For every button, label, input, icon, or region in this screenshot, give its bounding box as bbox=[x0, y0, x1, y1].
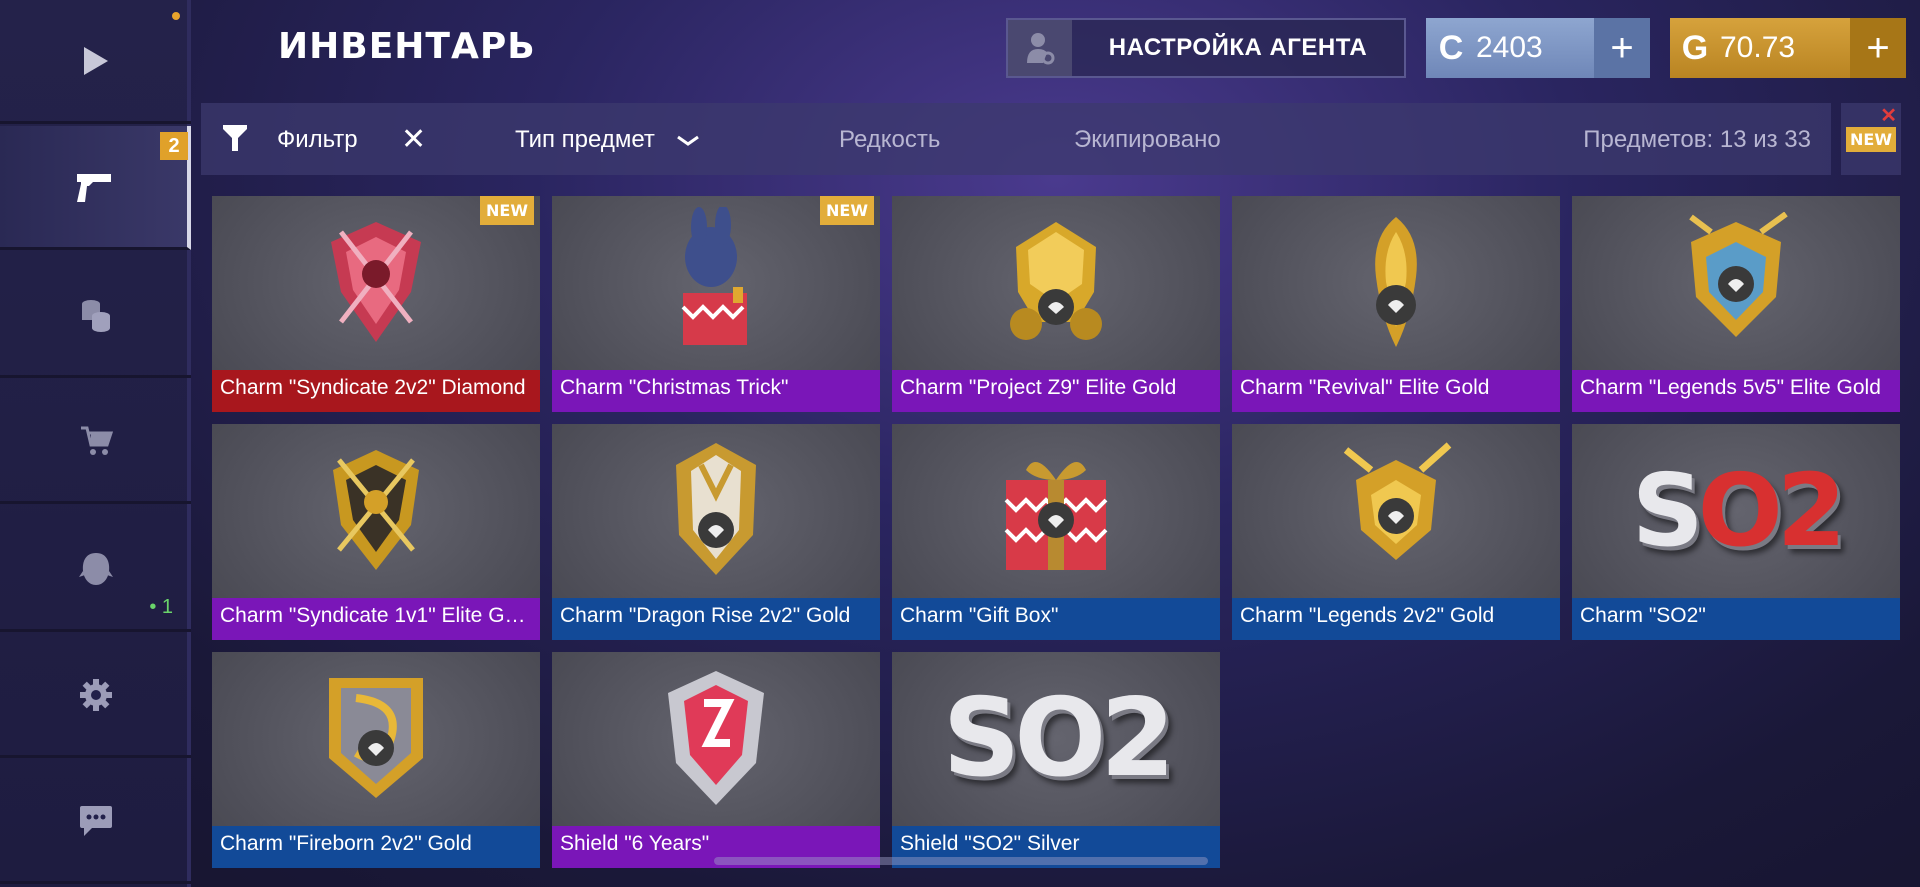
inventory-item-card[interactable]: Charm "Syndicate 1v1" Elite Gold bbox=[212, 424, 540, 640]
gear-icon bbox=[76, 675, 116, 715]
silver-currency: C 2403 + bbox=[1426, 18, 1650, 78]
rarity-filter[interactable]: Редкость bbox=[839, 126, 940, 154]
item-image bbox=[892, 424, 1220, 596]
inventory-badge: 2 bbox=[160, 132, 188, 160]
sidebar: 2 • 1 bbox=[0, 0, 191, 887]
new-badge: NEW bbox=[480, 196, 534, 225]
item-image: SO2 bbox=[892, 652, 1220, 824]
chat-icon bbox=[76, 801, 116, 841]
sidebar-item-settings[interactable] bbox=[0, 634, 191, 758]
inventory-screen: 2 • 1 ИНВЕНТАРЬ НАСТРОЙКА АГЕНТА C 2403 … bbox=[0, 0, 1920, 887]
inventory-item-card[interactable]: Charm "Project Z9" Elite Gold bbox=[892, 196, 1220, 412]
item-image bbox=[1232, 196, 1560, 368]
inventory-item-card[interactable]: Charm "Revival" Elite Gold bbox=[1232, 196, 1560, 412]
gold-coin-icon: G bbox=[1681, 28, 1709, 67]
pistol-icon bbox=[74, 167, 114, 207]
so2-logo: SO2 bbox=[1631, 451, 1847, 569]
gold-currency: G 70.73 + bbox=[1670, 18, 1906, 78]
sidebar-item-play[interactable] bbox=[0, 0, 191, 124]
inventory-item-card[interactable]: SO2 Charm "SO2" bbox=[1572, 424, 1900, 640]
so2-logo: SO2 bbox=[942, 675, 1176, 801]
item-name: Charm "Syndicate 2v2" Diamond bbox=[212, 370, 540, 412]
play-icon bbox=[76, 41, 116, 81]
silver-coin-icon: C bbox=[1438, 28, 1464, 67]
item-name: Charm "Syndicate 1v1" Elite Gold bbox=[212, 598, 540, 640]
item-image bbox=[552, 424, 880, 596]
item-image bbox=[892, 196, 1220, 368]
item-name: Charm "Fireborn 2v2" Gold bbox=[212, 826, 540, 868]
items-count: Предметов: 13 из 33 bbox=[1583, 126, 1811, 153]
item-name: Charm "Gift Box" bbox=[892, 598, 1220, 640]
silver-balance: 2403 bbox=[1476, 31, 1543, 64]
item-image bbox=[1572, 196, 1900, 368]
filter-bar: Фильтр ✕ Тип предмет Редкость Экипирован… bbox=[201, 103, 1831, 175]
inventory-item-card[interactable]: NEW Charm "Syndicate 2v2" Diamond bbox=[212, 196, 540, 412]
new-tag: NEW bbox=[1846, 126, 1896, 152]
item-name: Charm "Legends 2v2" Gold bbox=[1232, 598, 1560, 640]
sidebar-item-agent[interactable]: • 1 bbox=[0, 508, 191, 632]
item-type-dropdown[interactable]: Тип предмет bbox=[515, 126, 700, 155]
sidebar-item-currency[interactable] bbox=[0, 254, 191, 378]
add-gold-button[interactable]: + bbox=[1850, 18, 1906, 78]
agent-head-icon bbox=[76, 549, 116, 589]
agent-settings-button[interactable]: НАСТРОЙКА АГЕНТА bbox=[1006, 18, 1406, 78]
item-name: Charm "Dragon Rise 2v2" Gold bbox=[552, 598, 880, 640]
item-image bbox=[212, 652, 540, 824]
sidebar-item-chat[interactable] bbox=[0, 760, 191, 884]
item-image: SO2 bbox=[1572, 424, 1900, 596]
inventory-item-card[interactable]: Shield "6 Years" bbox=[552, 652, 880, 868]
page-title: ИНВЕНТАРЬ bbox=[278, 26, 536, 67]
item-name: Charm "Christmas Trick" bbox=[552, 370, 880, 412]
equipped-filter[interactable]: Экипировано bbox=[1074, 126, 1221, 154]
item-name: Charm "Project Z9" Elite Gold bbox=[892, 370, 1220, 412]
filter-label[interactable]: Фильтр bbox=[277, 126, 358, 154]
item-type-label: Тип предмет bbox=[515, 126, 655, 153]
item-name: Charm "SO2" bbox=[1572, 598, 1900, 640]
new-badge: NEW bbox=[820, 196, 874, 225]
chevron-down-icon bbox=[676, 127, 700, 155]
inventory-item-card[interactable]: Charm "Gift Box" bbox=[892, 424, 1220, 640]
agent-settings-icon bbox=[1008, 20, 1072, 76]
item-image bbox=[552, 652, 880, 824]
coins-icon bbox=[76, 295, 116, 335]
inventory-item-card[interactable]: SO2 Shield "SO2" Silver bbox=[892, 652, 1220, 868]
agent-count: • 1 bbox=[149, 596, 173, 618]
inventory-item-card[interactable]: Charm "Dragon Rise 2v2" Gold bbox=[552, 424, 880, 640]
sidebar-item-inventory[interactable]: 2 bbox=[0, 126, 191, 250]
new-items-toggle[interactable]: NEW ✕ bbox=[1841, 103, 1901, 175]
filter-funnel-icon[interactable] bbox=[221, 123, 249, 160]
agent-settings-label: НАСТРОЙКА АГЕНТА bbox=[1108, 34, 1368, 61]
cart-icon bbox=[76, 421, 116, 461]
new-close-icon[interactable]: ✕ bbox=[1880, 103, 1897, 128]
item-name: Charm "Legends 5v5" Elite Gold bbox=[1572, 370, 1900, 412]
clear-filter-button[interactable]: ✕ bbox=[401, 122, 426, 157]
add-silver-button[interactable]: + bbox=[1594, 18, 1650, 78]
inventory-item-card[interactable]: Charm "Legends 5v5" Elite Gold bbox=[1572, 196, 1900, 412]
item-name: Charm "Revival" Elite Gold bbox=[1232, 370, 1560, 412]
item-image bbox=[1232, 424, 1560, 596]
sidebar-item-shop[interactable] bbox=[0, 380, 191, 504]
item-image bbox=[212, 424, 540, 596]
inventory-item-card[interactable]: Charm "Legends 2v2" Gold bbox=[1232, 424, 1560, 640]
inventory-item-card[interactable]: Charm "Fireborn 2v2" Gold bbox=[212, 652, 540, 868]
gold-balance: 70.73 bbox=[1720, 31, 1796, 64]
inventory-item-card[interactable]: NEW Charm "Christmas Trick" bbox=[552, 196, 880, 412]
scrollbar[interactable] bbox=[714, 857, 1208, 865]
